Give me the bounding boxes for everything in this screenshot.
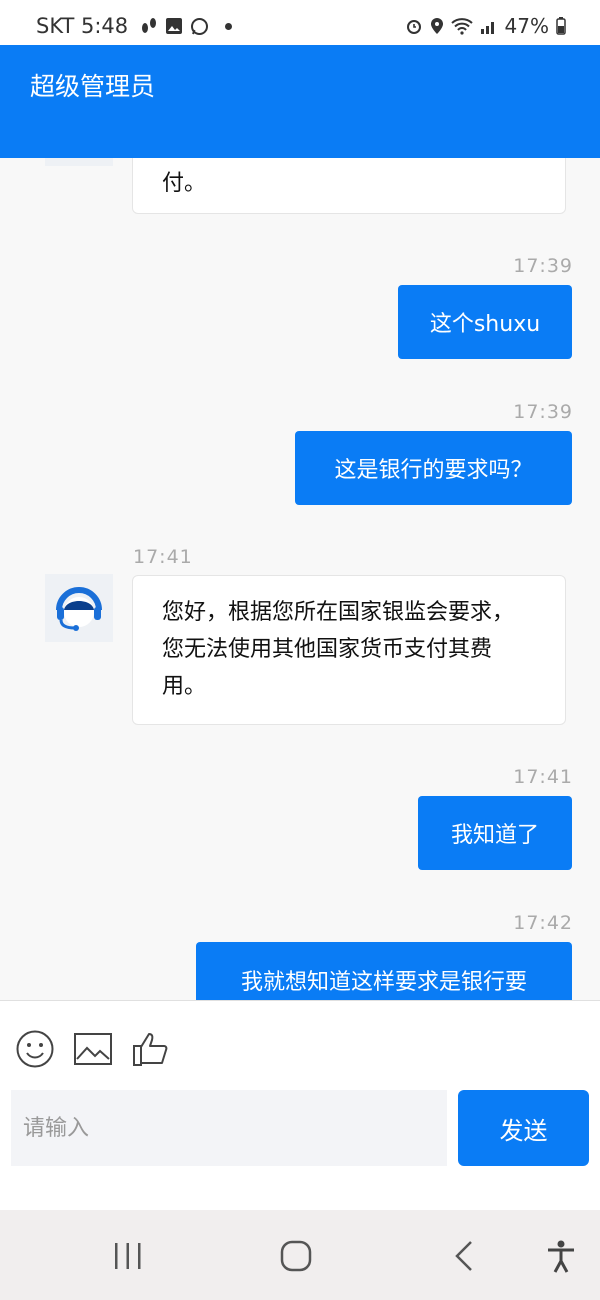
notification-dot [225, 22, 233, 30]
message-bubble-out: 这个shuxu [398, 285, 572, 359]
steps-icon [142, 18, 157, 33]
thumbs-up-icon[interactable] [132, 1029, 172, 1069]
message-time: 17:39 [513, 255, 573, 277]
whatsapp-icon [191, 17, 209, 35]
message-bubble-in: 您好，根据您所在国家银监会要求，您无法使用其他国家货币支付其费用。 [132, 575, 566, 725]
battery-icon [556, 17, 566, 35]
message-bubble-out: 我就想知道这样要求是银行要 [196, 942, 572, 1000]
message-text: 付。 [162, 171, 207, 196]
agent-icon [45, 158, 113, 166]
message-bubble-out: 这是银行的要求吗？ [295, 431, 572, 505]
chat-area[interactable]: 付。 17:39 这个shuxu 17:39 这是银行的要求吗？ 17:41 您… [0, 158, 600, 1000]
message-input[interactable] [11, 1090, 447, 1166]
app-header: 超级管理员 [0, 45, 600, 158]
gallery-icon [166, 18, 183, 34]
message-time: 17:41 [513, 766, 573, 788]
message-text: 这个shuxu [429, 312, 541, 337]
recent-apps-icon[interactable] [113, 1241, 143, 1271]
location-icon [430, 18, 443, 34]
accessibility-icon[interactable] [546, 1240, 576, 1274]
agent-avatar [45, 158, 113, 166]
message-text: 我就想知道这样要求是银行要 [240, 970, 527, 995]
image-icon[interactable] [73, 1029, 113, 1069]
battery-percent: 47% [504, 14, 549, 38]
agent-avatar [45, 574, 113, 642]
system-nav-bar [0, 1210, 600, 1300]
status-right: 47% [405, 14, 566, 38]
emoji-icon[interactable] [15, 1029, 55, 1069]
message-time: 17:42 [513, 912, 573, 934]
send-label: 发送 [499, 1116, 548, 1145]
agent-icon [56, 587, 102, 631]
send-button[interactable]: 发送 [458, 1090, 589, 1166]
wifi-icon [450, 18, 473, 35]
message-text: 这是银行的要求吗？ [334, 458, 533, 483]
alarm-icon [406, 20, 421, 34]
back-icon[interactable] [452, 1240, 476, 1272]
signal-icon [480, 22, 494, 34]
message-bubble-in: 付。 [132, 158, 566, 214]
message-time: 17:41 [133, 546, 193, 568]
home-icon[interactable] [280, 1240, 312, 1272]
status-left: SKT 5:48 [36, 14, 233, 38]
status-bar: SKT 5:48 47% [0, 0, 600, 45]
composer-panel: 发送 [0, 1000, 600, 1210]
carrier-time: SKT 5:48 [36, 14, 129, 38]
page-title: 超级管理员 [30, 72, 156, 101]
message-text: 您好，根据您所在国家银监会要求，您无法使用其他国家货币支付其费用。 [162, 600, 515, 699]
message-bubble-out: 我知道了 [418, 796, 572, 870]
message-time: 17:39 [513, 401, 573, 423]
message-text: 我知道了 [450, 823, 539, 848]
